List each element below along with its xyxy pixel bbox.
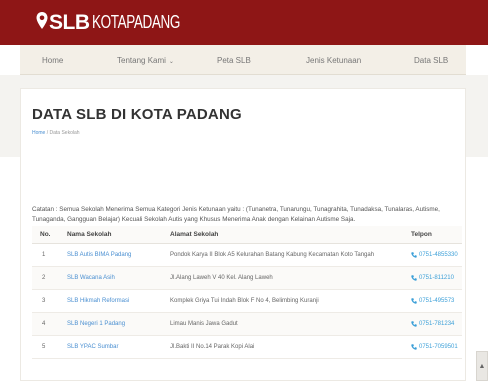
school-address: Komplek Griya Tui Indah Blok F No 4, Bel…	[170, 298, 319, 304]
chevron-up-icon: ▲	[478, 362, 486, 370]
row-number: 1	[42, 252, 46, 258]
school-phone-text: 0751-781234	[419, 321, 455, 327]
school-name-link[interactable]: SLB Autis BIMA Padang	[67, 252, 131, 258]
map-pin-icon	[36, 11, 48, 29]
table-row: 3 SLB Hikmah Reformasi Komplek Griya Tui…	[32, 290, 462, 313]
school-phone[interactable]: 0751-781234	[411, 321, 454, 327]
row-number: 5	[42, 344, 46, 350]
phone-icon	[411, 275, 417, 281]
nav-jenis-ketunaan-label: Jenis Ketunaan	[306, 56, 362, 65]
phone-icon	[411, 321, 417, 327]
school-name-link[interactable]: SLB Wacana Asih	[67, 275, 115, 281]
logo-primary-text: SLB	[49, 10, 90, 34]
header-no: No.	[40, 231, 51, 238]
nav-peta-slb-label: Peta SLB	[217, 56, 251, 65]
row-number: 4	[42, 321, 46, 327]
school-phone-text: 0751-811210	[419, 275, 454, 281]
table-row: 5 SLB YPAC Sumbar Jl.Bakti II No.14 Para…	[32, 336, 462, 359]
school-address: Pondok Karya II Blok A5 Kelurahan Batang…	[170, 252, 375, 258]
header-nama-sekolah: Nama Sekolah	[67, 231, 112, 238]
school-phone-text: 0751-7059501	[419, 344, 458, 350]
school-name-link[interactable]: SLB Hikmah Reformasi	[67, 298, 129, 304]
school-phone-text: 0751-4855330	[419, 252, 458, 258]
nav-data-slb-label: Data SLB	[414, 56, 449, 65]
nav-data-slb[interactable]: Data SLB	[414, 56, 448, 65]
table-row: 4 SLB Negeri 1 Padang Limau Manis Jawa G…	[32, 313, 462, 336]
school-address: Jl.Alang Laweh V 40 Kel. Alang Laweh	[170, 275, 273, 281]
logo-city-text: KOTAPADANG	[91, 12, 180, 32]
school-phone[interactable]: 0751-7059501	[411, 344, 458, 350]
breadcrumb-separator: /	[46, 130, 49, 136]
phone-icon	[411, 298, 417, 304]
nav-home-label: Home	[42, 56, 64, 65]
row-number: 3	[42, 298, 46, 304]
header-telpon: Telpon	[411, 231, 432, 238]
nav-home[interactable]: Home	[42, 56, 63, 65]
breadcrumb: Home / Data Sekolah	[32, 130, 80, 136]
site-logo[interactable]: SLB KOTAPADANG	[36, 0, 209, 45]
school-phone[interactable]: 0751-495573	[411, 298, 454, 304]
breadcrumb-current: Data Sekolah	[49, 130, 80, 136]
scroll-to-top-button[interactable]: ▲	[476, 351, 488, 381]
school-phone[interactable]: 0751-811210	[411, 275, 454, 281]
school-phone-text: 0751-495573	[419, 298, 455, 304]
nav-tentang-kami[interactable]: Tentang Kami ⌄	[117, 56, 174, 65]
school-phone[interactable]: 0751-4855330	[411, 252, 458, 258]
header-alamat-sekolah: Alamat Sekolah	[170, 231, 219, 238]
main-navigation: Home Tentang Kami ⌄ Peta SLB Jenis Ketuna…	[20, 45, 466, 75]
nav-peta-slb[interactable]: Peta SLB	[217, 56, 251, 65]
phone-icon	[411, 252, 417, 258]
page-title: DATA SLB DI KOTA PADANG	[32, 106, 242, 123]
chevron-down-icon: ⌄	[168, 59, 174, 65]
school-name-link[interactable]: SLB Negeri 1 Padang	[67, 321, 125, 327]
school-address: Jl.Bakti II No.14 Parak Kopi Alai	[170, 344, 255, 350]
school-note: Catatan : Semua Sekolah Menerima Semua K…	[32, 206, 440, 223]
table-row: 2 SLB Wacana Asih Jl.Alang Laweh V 40 Ke…	[32, 267, 462, 290]
nav-jenis-ketunaan[interactable]: Jenis Ketunaan	[306, 56, 361, 65]
table-header: No. Nama Sekolah Alamat Sekolah Telpon	[32, 226, 462, 244]
school-name-link[interactable]: SLB YPAC Sumbar	[67, 344, 118, 350]
table-row: 1 SLB Autis BIMA Padang Pondok Karya II …	[32, 244, 462, 267]
school-address: Limau Manis Jawa Gadut	[170, 321, 238, 327]
row-number: 2	[42, 275, 46, 281]
nav-tentang-kami-label: Tentang Kami	[117, 56, 166, 65]
phone-icon	[411, 344, 417, 350]
breadcrumb-home-link[interactable]: Home	[32, 130, 45, 136]
